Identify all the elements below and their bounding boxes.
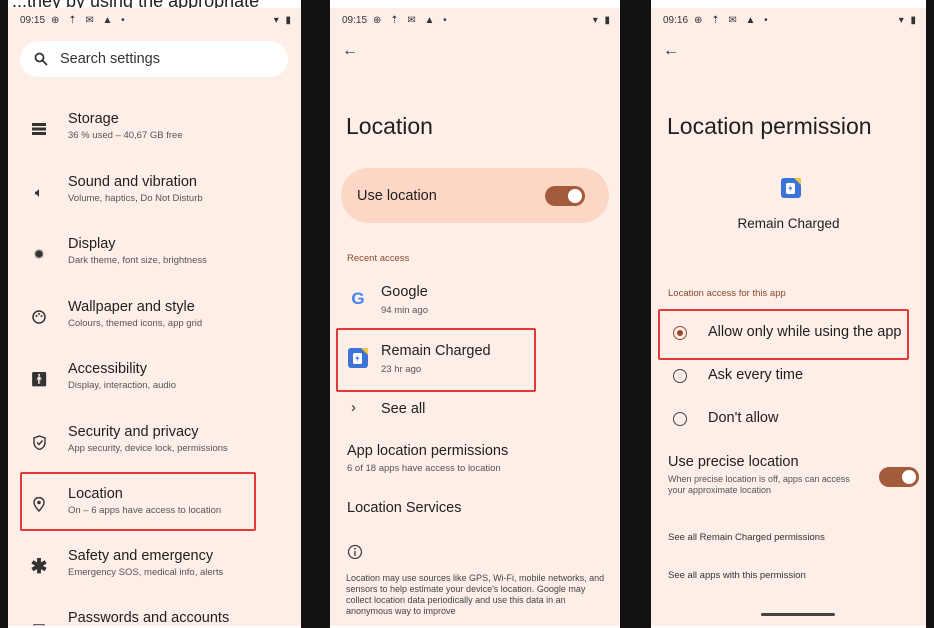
precise-location-subtitle: When precise location is off, apps can a…	[668, 474, 850, 495]
precise-location-title: Use precise location	[668, 454, 799, 470]
settings-item-display[interactable]: ✹ Display Dark theme, font size, brightne…	[18, 235, 298, 268]
back-arrow-icon[interactable]: ←	[342, 42, 358, 60]
location-services-link[interactable]: Location Services	[347, 500, 461, 516]
recent-access-header: Recent access	[347, 253, 410, 264]
item-title: Sound and vibration	[68, 174, 197, 190]
item-title: Passwords and accounts	[68, 610, 230, 626]
settings-screen: 09:15 ⊕ ⇡ ✉ ▲ • ▾ ▮ Search settings Stor…	[8, 8, 301, 626]
status-bar: 09:15 ⊕ ⇡ ✉ ▲ • ▾ ▮	[20, 13, 293, 27]
location-access-header: Location access for this app	[668, 288, 786, 299]
search-bar[interactable]: Search settings	[20, 41, 288, 77]
divider-left	[0, 0, 8, 628]
notification-icons: ⊕ ⇡ ✉ ▲ •	[51, 14, 128, 26]
notification-icons: ⊕ ⇡ ✉ ▲ •	[694, 14, 771, 26]
radio-dont-allow[interactable]	[673, 412, 687, 426]
precise-location-toggle[interactable]	[879, 467, 919, 487]
item-subtitle: Dark theme, font size, brightness	[68, 255, 207, 266]
settings-item-storage[interactable]: Storage 36 % used – 40,67 GB free	[18, 110, 298, 143]
location-screen: 09:15 ⊕ ⇡ ✉ ▲ • ▾ ▮ ← Location Use locat…	[330, 8, 620, 626]
radio-ask-every-time[interactable]	[673, 369, 687, 383]
page-title: Location	[346, 113, 433, 139]
shield-icon	[28, 431, 50, 453]
notification-icons: ⊕ ⇡ ✉ ▲ •	[373, 14, 450, 26]
divider-1	[301, 0, 330, 628]
accessibility-icon: 🚹︎	[30, 370, 48, 387]
screenshot-canvas: ...they by using the appropriate 09:15 ⊕…	[0, 0, 934, 628]
settings-item-sound[interactable]: 🔈︎ Sound and vibration Volume, haptics, D…	[18, 173, 298, 206]
item-title: Security and privacy	[68, 424, 199, 440]
wifi-battery-icon: ▾ ▮	[592, 14, 612, 26]
item-title: Accessibility	[68, 361, 147, 377]
settings-item-security[interactable]: Security and privacy App security, device…	[18, 423, 298, 456]
item-subtitle: Emergency SOS, medical info, alerts	[68, 567, 224, 578]
chevron-right-icon: ›	[351, 400, 356, 416]
wifi-battery-icon: ▾ ▮	[898, 14, 918, 26]
status-time: 09:15	[20, 14, 46, 26]
location-permission-screen: 09:16 ⊕ ⇡ ✉ ▲ • ▾ ▮ ← Location permissio…	[651, 8, 926, 626]
item-subtitle: Colours, themed icons, app grid	[68, 318, 203, 329]
app-time-google: 94 min ago	[381, 305, 429, 316]
app-name: Remain Charged	[737, 216, 840, 231]
status-time: 09:15	[342, 14, 368, 26]
home-indicator	[761, 613, 835, 616]
see-all-apps-link[interactable]: See all apps with this permission	[668, 570, 806, 581]
search-icon	[34, 52, 48, 66]
settings-item-safety[interactable]: ✱ Safety and emergency Emergency SOS, med…	[18, 547, 298, 580]
use-location-toggle[interactable]	[545, 186, 585, 206]
option-ask-every-time[interactable]: Ask every time	[708, 367, 803, 383]
see-all-link[interactable]: See all	[381, 401, 425, 417]
use-location-card[interactable]: Use location	[341, 168, 609, 223]
item-subtitle: 36 % used – 40,67 GB free	[68, 130, 183, 141]
settings-item-passwords[interactable]: ▣ Passwords and accounts	[18, 609, 298, 626]
see-all-app-permissions-link[interactable]: See all Remain Charged permissions	[668, 532, 825, 543]
status-bar: 09:15 ⊕ ⇡ ✉ ▲ • ▾ ▮	[342, 13, 612, 27]
brightness-icon: ✹	[33, 245, 45, 262]
highlight-box-location	[20, 472, 256, 531]
status-time: 09:16	[663, 14, 689, 26]
remain-charged-app-icon	[780, 177, 802, 199]
option-dont-allow[interactable]: Don't allow	[708, 410, 778, 426]
divider-right	[926, 0, 934, 628]
app-location-permissions[interactable]: App location permissions	[347, 443, 508, 459]
asterisk-icon: ✱	[30, 555, 48, 578]
highlight-box-allow	[658, 309, 909, 360]
back-arrow-icon[interactable]: ←	[663, 42, 679, 60]
search-placeholder: Search settings	[60, 51, 160, 67]
settings-item-wallpaper[interactable]: Wallpaper and style Colours, themed icons…	[18, 298, 298, 331]
divider-2	[620, 0, 651, 628]
location-info-text: Location may use sources like GPS, Wi-Fi…	[346, 573, 605, 616]
key-icon: ▣	[28, 617, 50, 627]
status-bar: 09:16 ⊕ ⇡ ✉ ▲ • ▾ ▮	[663, 13, 918, 27]
volume-icon: 🔈︎	[34, 183, 44, 200]
palette-icon	[28, 306, 50, 328]
info-icon	[344, 541, 366, 563]
item-subtitle: Display, interaction, audio	[68, 380, 177, 391]
item-title: Storage	[68, 111, 119, 127]
storage-icon	[28, 118, 50, 140]
item-subtitle: App security, device lock, permissions	[68, 443, 228, 454]
item-subtitle: Volume, haptics, Do Not Disturb	[68, 193, 203, 204]
settings-item-accessibility[interactable]: 🚹︎ Accessibility Display, interaction, au…	[18, 360, 298, 393]
item-title: Safety and emergency	[68, 548, 214, 564]
google-icon: G	[351, 289, 365, 308]
wifi-battery-icon: ▾ ▮	[273, 14, 293, 26]
item-title: Display	[68, 236, 116, 252]
item-title: Wallpaper and style	[68, 299, 195, 315]
highlight-box-remain-charged	[336, 328, 536, 392]
use-location-label: Use location	[357, 187, 437, 204]
app-name-google[interactable]: Google	[381, 284, 428, 300]
app-location-permissions-sub: 6 of 18 apps have access to location	[347, 463, 501, 474]
page-title: Location permission	[667, 113, 872, 139]
